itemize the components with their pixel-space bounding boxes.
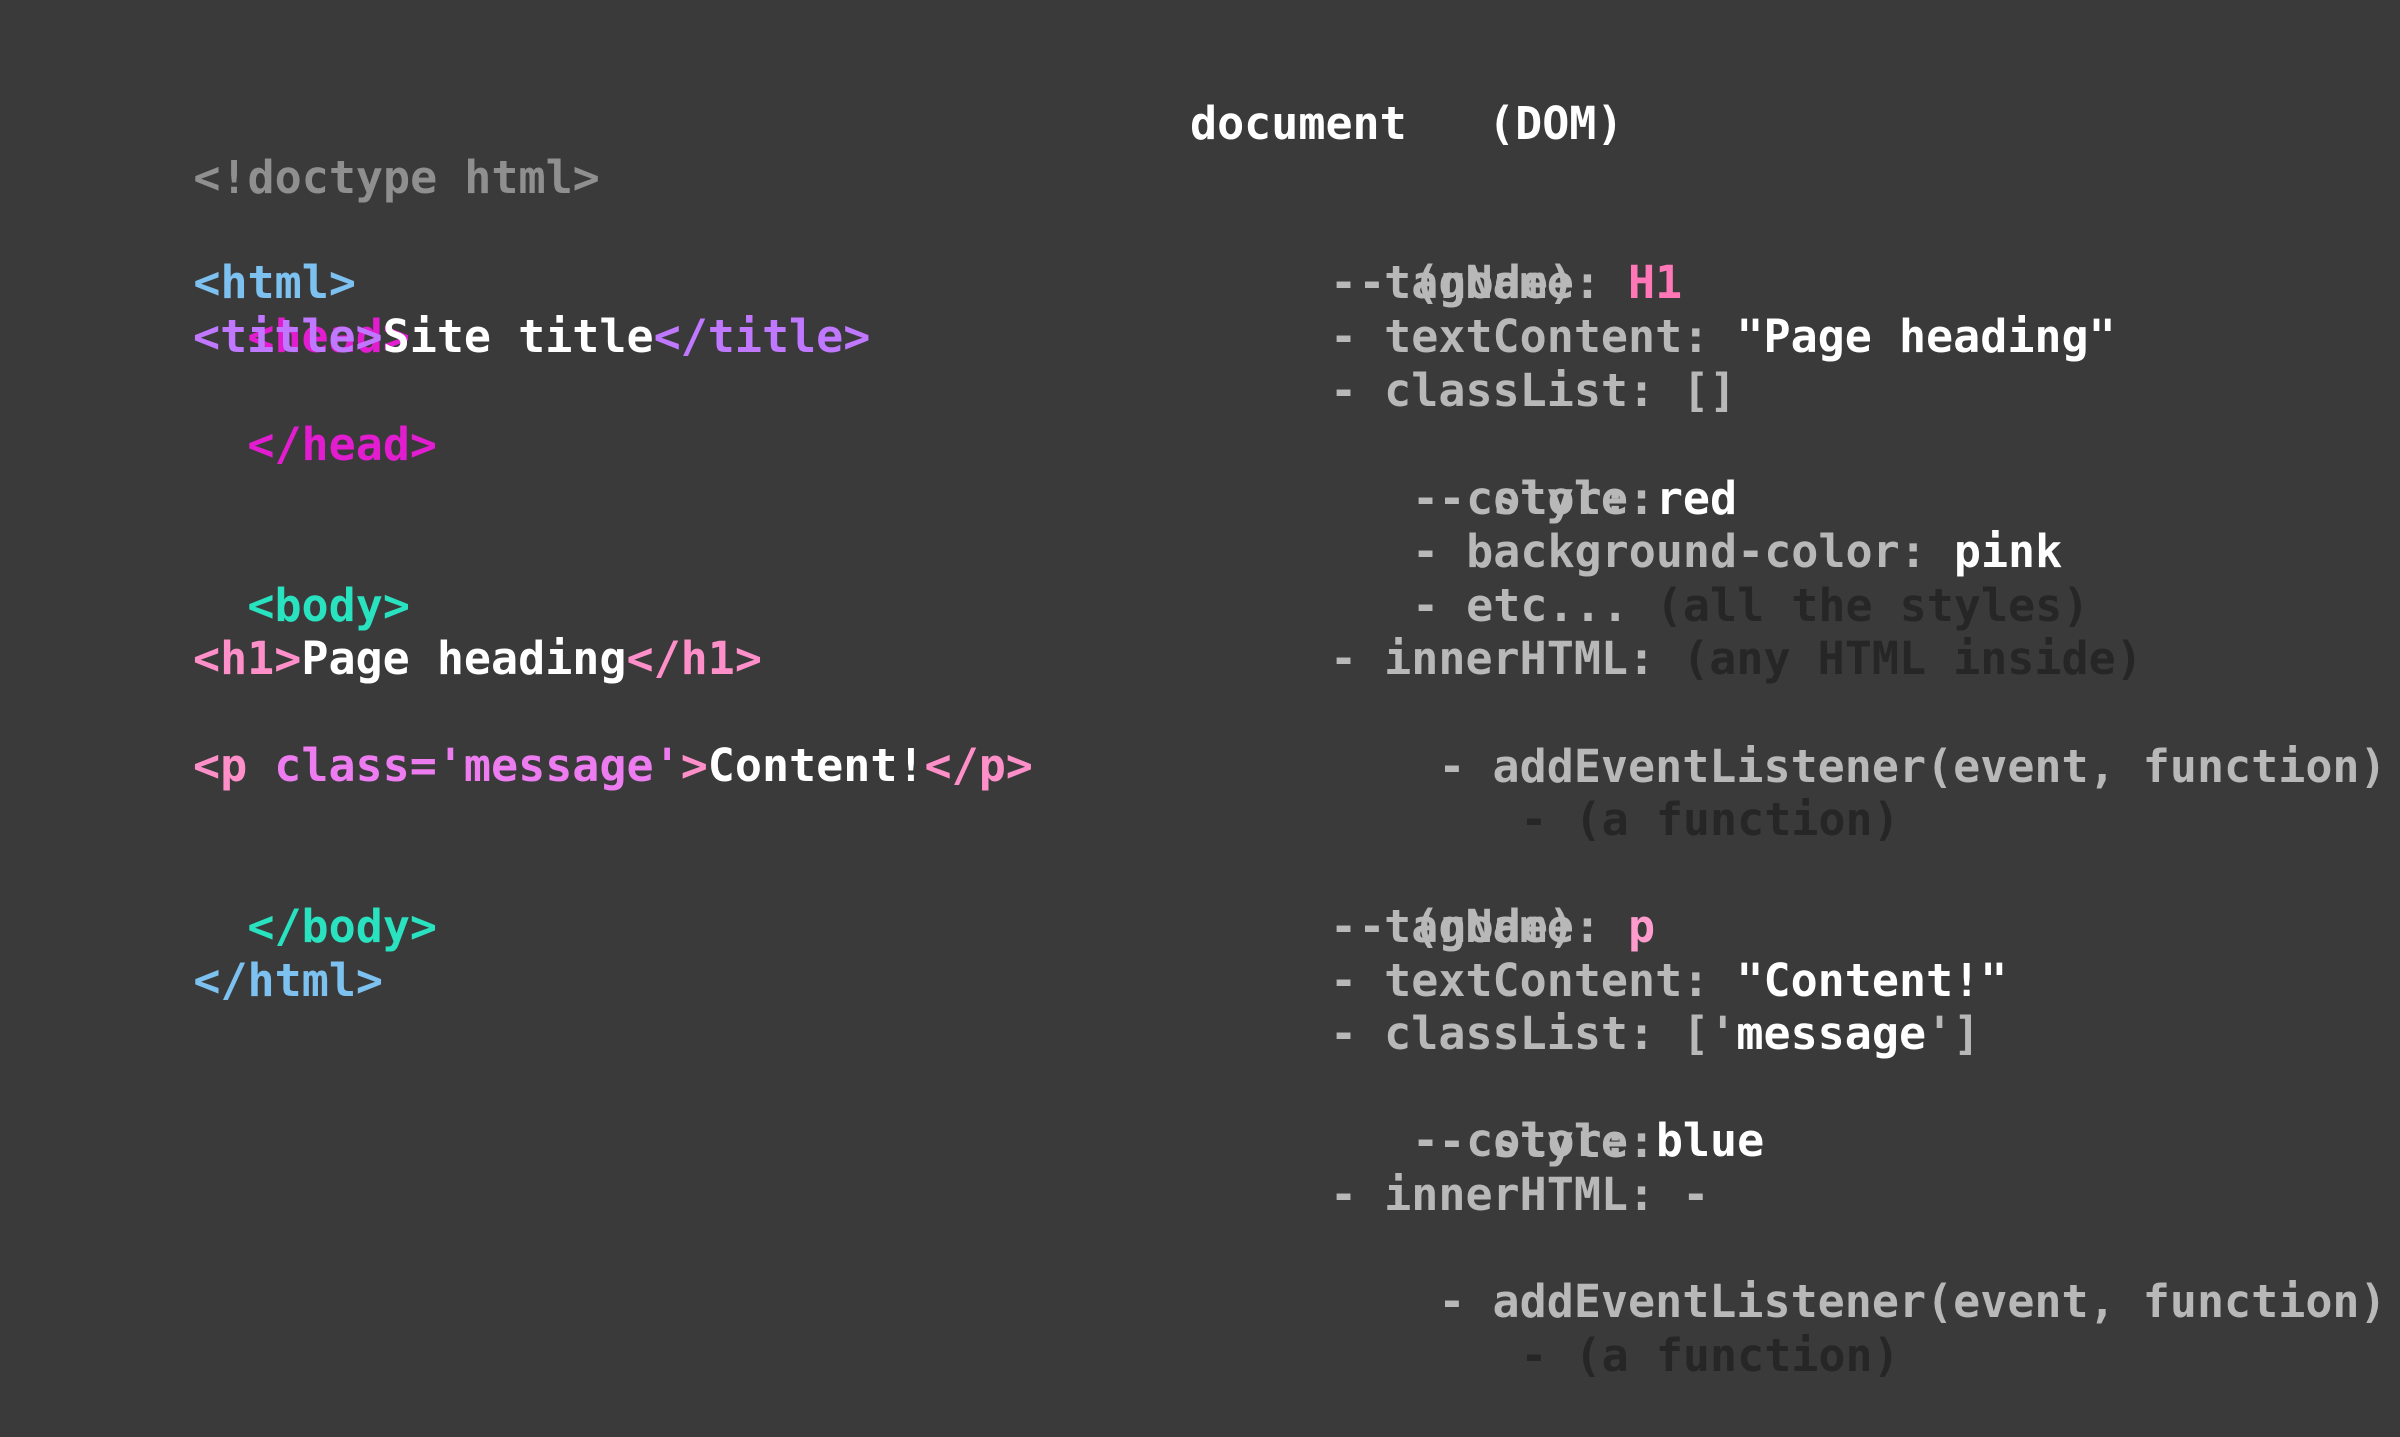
title-close-tag: </title>	[653, 310, 871, 363]
node-1-label: - (node)	[1358, 256, 1576, 309]
p-open-tag-end: >	[680, 739, 708, 792]
title-open-tag: <title>	[193, 310, 383, 363]
node-1-listener: - addEventListener(event, function)	[1438, 740, 2387, 793]
html-close-line: </html>	[85, 900, 383, 1007]
h1-open-tag: <h1>	[193, 632, 302, 685]
head-close-line: </head>	[139, 364, 437, 471]
node-1-tagname: - tagName: H1	[1330, 256, 1683, 309]
p-text: Content!	[707, 739, 925, 792]
doctype-line: <!doctype html>	[85, 97, 599, 204]
node-2-classlist-value: message	[1736, 1007, 1927, 1060]
p-class-attr: class=	[274, 739, 437, 792]
node-2-tagname: - tagName: p	[1330, 900, 1656, 953]
p-open-tag-start: <p	[193, 739, 275, 792]
p-close-tag: </p>	[924, 739, 1033, 792]
head-close-tag: </head>	[247, 418, 438, 471]
node-2-listener-note: - (a function)	[1520, 1329, 1900, 1382]
node-1-style-etc: - etc... (all the styles)	[1412, 579, 2090, 632]
dom-title-line: document (DOM)	[1190, 97, 1624, 151]
node-1-classlist: - classList: []	[1330, 364, 1737, 417]
node-1-tagname-value: H1	[1628, 256, 1683, 309]
node-2-tagname-value: p	[1628, 900, 1656, 953]
node-2-label: - (node)	[1358, 900, 1576, 953]
node-1-style-bgcolor: - background-color: pink	[1412, 525, 2063, 578]
title-text: Site title	[382, 310, 654, 363]
head-open-line: <head>	[139, 256, 410, 363]
node-1-textcontent: - textContent: "Page heading"	[1330, 310, 2116, 363]
doctype: <!doctype html>	[193, 151, 600, 204]
body-open-tag: <body>	[247, 579, 410, 632]
node-1-style: - style:	[1438, 472, 1656, 525]
body-close-line: </body>	[139, 846, 437, 953]
node-1-textcontent-value: "Page heading"	[1736, 310, 2116, 363]
h1-text: Page heading	[301, 632, 627, 685]
h1-close-tag: </h1>	[626, 632, 762, 685]
node-1-style-color: - color: red	[1412, 472, 1738, 525]
node-2-classlist: - classList: ['message']	[1330, 1007, 1981, 1060]
node-2-listener: - addEventListener(event, function)	[1438, 1275, 2387, 1328]
h1-line: <h1>Page heading</h1>	[193, 632, 762, 686]
p-class-value: 'message'	[436, 739, 681, 792]
dom-title: document	[1190, 97, 1407, 150]
node-1-innerhtml: - innerHTML: (any HTML inside)	[1330, 632, 2143, 685]
node-2-textcontent: - textContent: "Content!"	[1330, 954, 2008, 1007]
html-open-line: <html>	[85, 202, 356, 309]
title-line: <title>Site title</title>	[193, 310, 870, 364]
node-2-style-color: - color: blue	[1412, 1114, 1765, 1167]
node-1-classlist-value: []	[1682, 364, 1737, 417]
node-2-textcontent-value: "Content!"	[1736, 954, 2008, 1007]
node-2-innerhtml: - innerHTML: -	[1330, 1168, 1710, 1221]
body-open-line: <body>	[139, 525, 410, 632]
html-close-tag: </html>	[193, 954, 384, 1007]
p-line: <p class='message'>Content!</p>	[193, 739, 1033, 793]
dom-title-note: (DOM)	[1488, 97, 1624, 150]
node-1-listener-note: - (a function)	[1520, 793, 1900, 846]
node-2-style: - style:	[1438, 1115, 1656, 1168]
